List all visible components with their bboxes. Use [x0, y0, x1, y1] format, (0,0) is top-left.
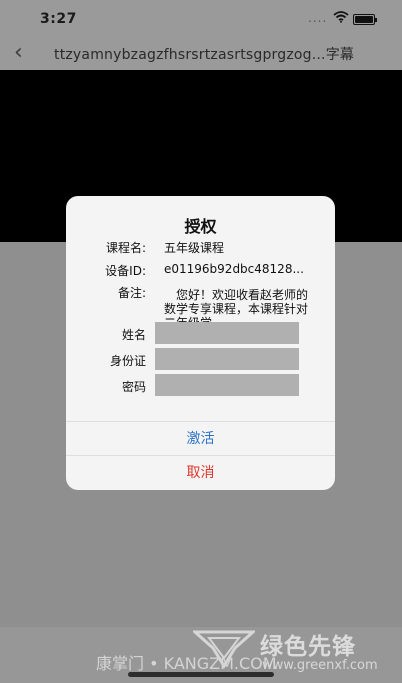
- battery-icon: [353, 14, 377, 25]
- device-id-value: e01196b92dbc48128...: [164, 262, 304, 276]
- page-title: ttzyamnybzagzfhsrsrtzasrtsgprgzog...字幕: [54, 47, 355, 63]
- watermark-url: www.greenxf.com: [262, 658, 378, 673]
- id-card-field[interactable]: [155, 348, 299, 370]
- status-bar: 3:27 ....: [0, 0, 402, 36]
- note-value: 您好！欢迎收看赵老师的数学专享课程，本课程针对二年级学: [164, 288, 309, 322]
- course-value: 五年级课程: [164, 241, 225, 255]
- name-field[interactable]: [155, 322, 299, 344]
- course-label: 课程名:: [105, 241, 146, 255]
- device-id-label: 设备ID:: [105, 264, 146, 278]
- nav-bar: ‹ ttzyamnybzagzfhsrsrtzasrtsgprgzog...字幕: [0, 36, 402, 70]
- wifi-icon: [333, 11, 349, 23]
- status-time: 3:27: [40, 11, 77, 27]
- watermark-brand: 绿色先锋: [260, 634, 356, 660]
- password-label: 密码: [121, 380, 146, 394]
- watermark-logo-icon: [193, 630, 255, 669]
- password-field[interactable]: [155, 374, 299, 396]
- name-label: 姓名: [121, 328, 146, 342]
- home-indicator[interactable]: [128, 672, 274, 677]
- auth-dialog: 授权 课程名: 五年级课程 设备ID: e01196b92dbc48128...…: [66, 196, 335, 490]
- activate-button[interactable]: 激活: [66, 422, 335, 456]
- id-card-label: 身份证: [109, 354, 146, 368]
- cancel-button[interactable]: 取消: [66, 456, 335, 490]
- back-button[interactable]: ‹: [14, 40, 23, 65]
- note-label: 备注:: [117, 286, 146, 300]
- dialog-title: 授权: [184, 217, 217, 236]
- signal-icon: ....: [308, 11, 328, 25]
